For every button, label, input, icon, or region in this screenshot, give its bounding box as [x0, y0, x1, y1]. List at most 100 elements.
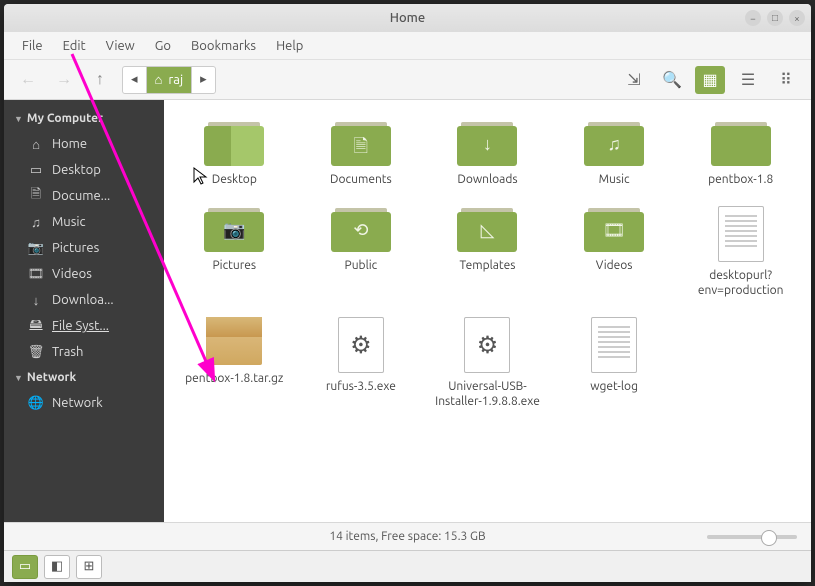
sidebar-item-doc[interactable]: 🗎Docume...: [4, 183, 164, 209]
textfile-icon: [718, 206, 764, 262]
pic-icon: 📷: [28, 240, 44, 256]
window-title: Home: [390, 11, 425, 25]
tray-files-button[interactable]: ▭: [12, 555, 38, 579]
home-icon: ⌂: [28, 136, 44, 152]
compact-view-button[interactable]: ⠿: [771, 66, 801, 94]
folder-icon: [204, 120, 264, 166]
back-button[interactable]: ←: [14, 66, 42, 94]
file-item[interactable]: pentbox-1.8.tar.gz: [174, 313, 295, 414]
file-item-label: rufus-3.5.exe: [326, 379, 396, 395]
file-item-label: Videos: [596, 258, 633, 274]
folder-glyph-icon: ⟲: [331, 220, 391, 241]
sidebar-item-desktop[interactable]: ▭Desktop: [4, 157, 164, 183]
sidebar-item-trash[interactable]: 🗑 Trash: [4, 339, 164, 365]
maximize-button[interactable]: □: [767, 10, 783, 26]
file-item-label: Music: [599, 172, 630, 188]
tray-app2-button[interactable]: ⊞: [76, 555, 102, 579]
path-home-button[interactable]: ⌂ raj: [147, 67, 193, 93]
file-item[interactable]: desktopurl?env=production: [680, 202, 801, 303]
icon-view-button[interactable]: ▦: [695, 66, 725, 94]
file-item-label: Downloads: [457, 172, 517, 188]
network-icon: 🌐: [28, 395, 44, 411]
folder-glyph-icon: 🗎: [331, 134, 391, 164]
minimize-button[interactable]: −: [745, 10, 761, 26]
folder-glyph-icon: 🎞: [584, 220, 644, 241]
statusbar: 14 items, Free space: 15.3 GB: [4, 522, 811, 550]
sidebar: ▼My Computer ⌂ Home ▭Desktop🗎Docume... ♫ Musi…: [4, 100, 164, 522]
sidebar-item-label: Music: [52, 215, 86, 229]
folder-icon: 🎞: [584, 206, 644, 252]
file-item[interactable]: 🎞 Videos: [554, 202, 675, 303]
folder-icon: ↓: [457, 120, 517, 166]
file-item-label: Pictures: [212, 258, 256, 274]
file-item[interactable]: ⚙Universal-USB-Installer-1.9.8.8.exe: [427, 313, 548, 414]
list-view-button[interactable]: ☰: [733, 66, 763, 94]
toolbar: ← → ↑ ◂ ⌂ raj ▸ ⇲ 🔍 ▦ ☰ ⠿: [4, 60, 811, 100]
file-item[interactable]: ◺Templates: [427, 202, 548, 303]
folder-glyph-icon: ◺: [457, 220, 517, 241]
zoom-slider[interactable]: [707, 535, 797, 539]
toggle-location-button[interactable]: ⇲: [619, 66, 649, 94]
folder-icon: ♫: [584, 120, 644, 166]
sidebar-item-label: Videos: [52, 267, 92, 281]
file-item[interactable]: 📷 Pictures: [174, 202, 295, 303]
sidebar-item-music[interactable]: ♫ Music: [4, 209, 164, 235]
file-item[interactable]: ↓ Downloads: [427, 116, 548, 192]
menu-file[interactable]: File: [14, 35, 51, 57]
file-item[interactable]: 🗎Documents: [301, 116, 422, 192]
sidebar-item-label: Home: [52, 137, 87, 151]
folder-icon: [711, 120, 771, 166]
path-current-label: raj: [168, 73, 183, 87]
sidebar-item-pic[interactable]: 📷 Pictures: [4, 235, 164, 261]
up-button[interactable]: ↑: [86, 66, 114, 94]
menu-edit[interactable]: Edit: [55, 35, 94, 57]
folder-glyph-icon: 📷: [204, 220, 264, 241]
file-item-label: wget-log: [590, 379, 638, 395]
file-item[interactable]: wget-log: [554, 313, 675, 414]
sidebar-item-label: Downloa...: [52, 293, 114, 307]
sidebar-section-header[interactable]: ▼My Computer: [4, 106, 164, 131]
file-item[interactable]: ♫ Music: [554, 116, 675, 192]
executable-icon: ⚙: [338, 317, 384, 373]
file-item-label: Universal-USB-Installer-1.9.8.8.exe: [432, 379, 542, 410]
sidebar-item-download[interactable]: ↓Downloa...: [4, 287, 164, 313]
status-text: 14 items, Free space: 15.3 GB: [329, 530, 485, 543]
file-item[interactable]: ⚙ rufus-3.5.exe: [301, 313, 422, 414]
doc-icon: 🗎: [28, 188, 44, 204]
titlebar: Home − □ ×: [4, 4, 811, 32]
home-icon: ⌂: [155, 72, 163, 87]
file-item[interactable]: ⟲ Public: [301, 202, 422, 303]
content-area[interactable]: Desktop🗎Documents ↓ Downloads ♫ Music pentbox…: [164, 100, 811, 522]
video-icon: 🎞: [28, 266, 44, 282]
close-button[interactable]: ×: [789, 10, 805, 26]
file-item[interactable]: Desktop: [174, 116, 295, 192]
sidebar-item-network[interactable]: 🌐 Network: [4, 390, 164, 416]
sidebar-section-title: Network: [27, 371, 76, 384]
file-item[interactable]: pentbox-1.8: [680, 116, 801, 192]
sidebar-section-header[interactable]: ▼ Network: [4, 365, 164, 390]
path-next-button[interactable]: ▸: [192, 67, 215, 93]
chevron-down-icon: ▼: [14, 373, 23, 383]
file-item-label: Public: [345, 258, 378, 274]
music-icon: ♫: [28, 214, 44, 230]
menu-help[interactable]: Help: [268, 35, 311, 57]
forward-button[interactable]: →: [50, 66, 78, 94]
sidebar-item-label: Network: [52, 396, 103, 410]
menu-bookmarks[interactable]: Bookmarks: [183, 35, 264, 57]
sidebar-item-fs[interactable]: 🖴File Syst...: [4, 313, 164, 339]
trash-icon: 🗑: [28, 344, 44, 360]
path-prev-button[interactable]: ◂: [123, 67, 147, 93]
file-item-label: desktopurl?env=production: [686, 268, 796, 299]
sidebar-item-home[interactable]: ⌂ Home: [4, 131, 164, 157]
search-button[interactable]: 🔍: [657, 66, 687, 94]
folder-icon: 🗎: [331, 120, 391, 166]
desktop-icon: ▭: [28, 162, 44, 178]
sidebar-item-video[interactable]: 🎞 Videos: [4, 261, 164, 287]
menubar: File Edit View Go Bookmarks Help: [4, 32, 811, 60]
sidebar-item-label: Pictures: [52, 241, 99, 255]
menu-go[interactable]: Go: [147, 35, 179, 57]
sidebar-item-label: Trash: [52, 345, 83, 359]
tray-app1-button[interactable]: ◧: [44, 555, 70, 579]
menu-view[interactable]: View: [98, 35, 143, 57]
folder-icon: 📷: [204, 206, 264, 252]
